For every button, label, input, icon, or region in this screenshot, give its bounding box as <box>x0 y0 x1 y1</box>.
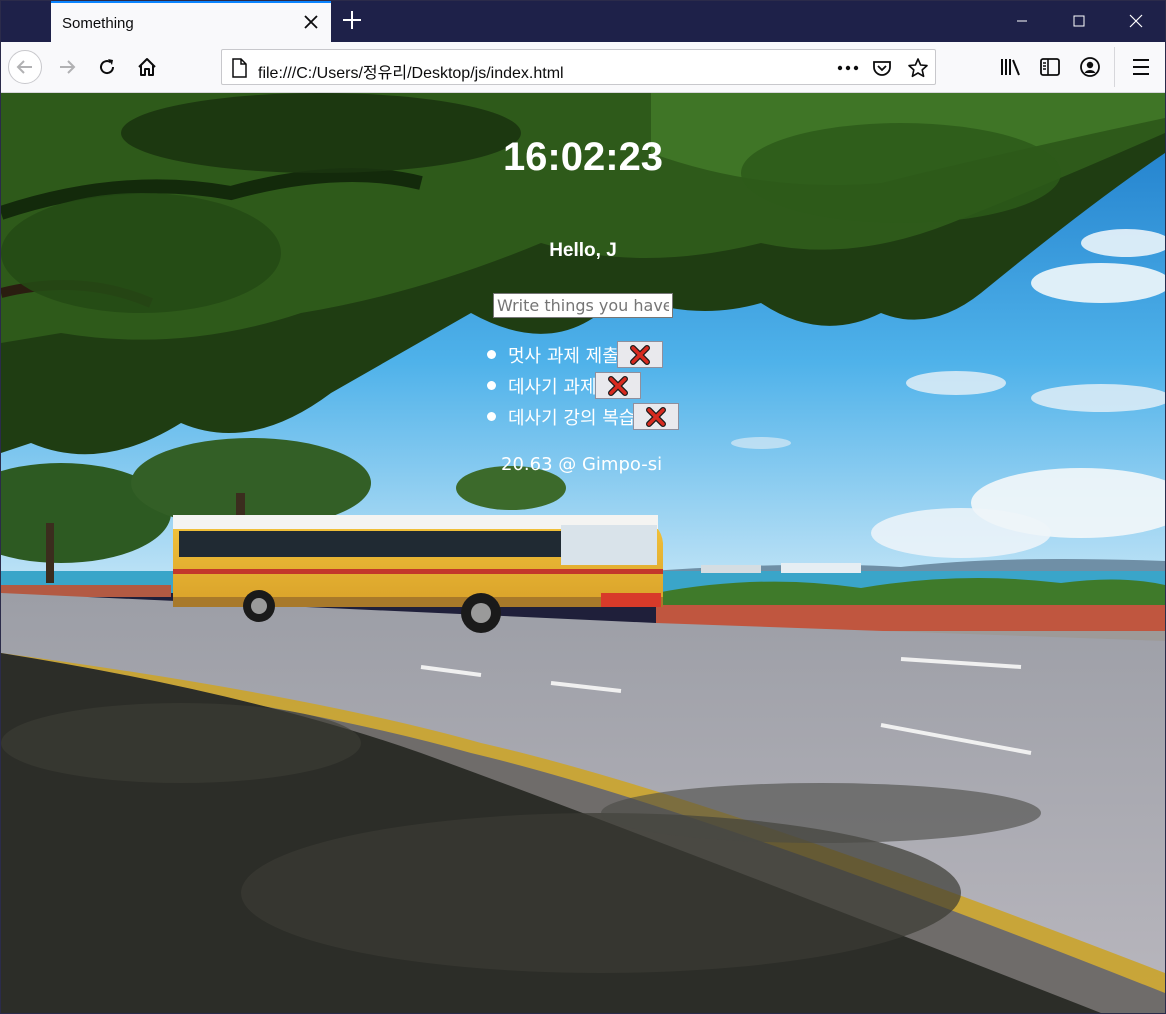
title-bar: Something <box>0 0 1166 42</box>
new-tab-plus-icon[interactable] <box>340 8 364 32</box>
pocket-icon[interactable] <box>870 56 894 80</box>
address-bar[interactable]: file:///C:/Users/정유리/Desktop/js/index.ht… <box>221 49 936 85</box>
red-x-icon <box>629 344 650 365</box>
back-arrow-icon[interactable] <box>8 50 42 84</box>
bullet-icon <box>487 381 496 390</box>
bookmark-star-icon[interactable] <box>906 56 930 80</box>
more-actions-icon[interactable] <box>836 56 860 80</box>
page-icon <box>230 58 248 83</box>
menu-icon[interactable] <box>1128 54 1154 80</box>
delete-todo-button[interactable] <box>633 403 680 430</box>
list-item: 멋사 과제 제출 <box>487 339 679 370</box>
sidebar-icon[interactable] <box>1037 54 1063 80</box>
background-photo <box>1 93 1165 1013</box>
todo-text: 멋사 과제 제출 <box>508 345 619 367</box>
list-item: 데사기 과제 <box>487 370 679 401</box>
forward-arrow-icon[interactable] <box>50 50 84 84</box>
clock: 16:02:23 <box>502 135 664 179</box>
todo-text: 데사기 과제 <box>508 376 597 398</box>
library-icon[interactable] <box>998 54 1024 80</box>
red-x-icon <box>646 406 667 427</box>
account-icon[interactable] <box>1077 54 1103 80</box>
page-viewport: 16:02:23 Hello, J 멋사 과제 제출 데사기 과제 데사기 강의… <box>1 93 1165 1013</box>
navigation-toolbar: file:///C:/Users/정유리/Desktop/js/index.ht… <box>0 42 1166 93</box>
todo-list: 멋사 과제 제출 데사기 과제 데사기 강의 복습 <box>487 339 680 432</box>
close-icon[interactable] <box>301 12 321 32</box>
greeting: Hello, J <box>549 240 617 261</box>
bullet-icon <box>487 412 496 421</box>
window-close-icon[interactable] <box>1108 0 1164 42</box>
maximize-icon[interactable] <box>1051 0 1107 42</box>
url-text[interactable]: file:///C:/Users/정유리/Desktop/js/index.ht… <box>258 59 564 83</box>
todo-input[interactable] <box>493 293 673 318</box>
home-icon[interactable] <box>130 50 164 84</box>
delete-todo-button[interactable] <box>616 341 663 368</box>
bullet-icon <box>487 350 496 359</box>
reload-icon[interactable] <box>90 50 124 84</box>
weather-info: 20.63 @ Gimpo-si <box>501 454 663 475</box>
tab-title: Something <box>62 15 134 32</box>
tab-active[interactable]: Something <box>51 0 331 42</box>
delete-todo-button[interactable] <box>594 372 641 399</box>
toolbar-separator <box>1114 47 1115 87</box>
list-item: 데사기 강의 복습 <box>487 401 680 432</box>
minimize-icon[interactable] <box>994 0 1050 42</box>
red-x-icon <box>607 375 628 396</box>
todo-text: 데사기 강의 복습 <box>508 407 636 429</box>
